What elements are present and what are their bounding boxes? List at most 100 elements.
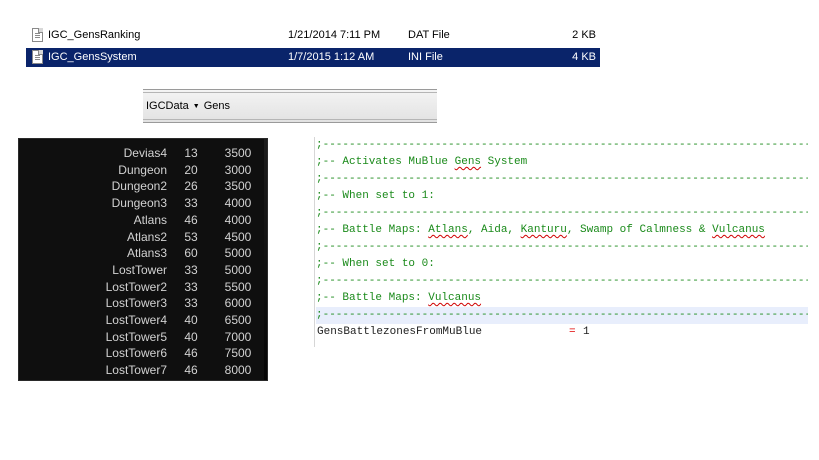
comment-text: ;-- When set to 1: [316,190,435,202]
table-row: LostTower4 40 6500 [19,312,269,328]
map-name: Dungeon [118,162,167,177]
table-row: LostTower5 40 7000 [19,329,269,345]
map-name: Devias4 [123,146,167,160]
table-row: LostTower 33 5000 [19,262,269,278]
divider-line: ;---------------------------------------… [316,173,808,185]
map-name: LostTower2 [105,279,167,294]
breadcrumb-item-igcdata[interactable]: IGCData [146,100,189,112]
triangle-down-icon[interactable]: ▼ [193,103,200,110]
map-level: 46 [184,212,198,227]
map-level: 40 [184,329,198,344]
map-name: Dungeon3 [111,196,167,211]
map-level: 20 [184,162,198,177]
map-name: Dungeon2 [111,179,167,194]
table-row: LostTower3 33 6000 [19,295,269,311]
file-name: IGC_GensSystem [48,51,137,63]
table-row: Dungeon3 33 4000 [19,195,269,211]
misspelled-word: Kanturu [520,224,567,236]
map-value: 4500 [224,229,252,244]
setting-key: GensBattlezonesFromMuBlue [317,326,483,338]
map-value: 7500 [224,346,252,361]
setting-value[interactable]: 1 [583,324,590,341]
map-value: 3500 [224,179,252,194]
file-name: IGC_GensRanking [48,29,141,41]
file-row[interactable]: IGC_GensSystem 1/7/2015 1:12 AM INI File 4 … [26,48,600,67]
map-name: LostTower3 [105,296,167,311]
map-name: LostTower5 [105,329,167,344]
map-name: Atlans2 [126,229,167,244]
comment-text: System [481,156,528,168]
map-name: LostTower6 [105,346,167,361]
ini-editor[interactable]: ;---------------------------------------… [314,137,808,347]
map-value: 5000 [224,246,252,261]
map-level: 40 [184,313,198,327]
map-value: 3500 [224,146,252,160]
misspelled-word: Atlans [428,224,468,236]
breadcrumb: IGCData ▼ Gens [146,100,230,112]
map-name: Atlans3 [126,246,167,261]
breadcrumb-item-gens[interactable]: Gens [204,100,230,112]
map-level: 33 [184,296,198,311]
address-bar: IGCData ▼ Gens [143,89,437,123]
map-name: LostTower [112,262,167,277]
setting-line: GensBattlezonesFromMuBlue = 1 [316,324,808,341]
map-value: 6500 [224,313,252,327]
divider-line: ;---------------------------------------… [316,139,808,151]
comment-line: ;-- Battle Maps: Atlans, Aida, Kanturu, … [316,222,808,239]
comment-line: ;-- Activates MuBlue Gens System [316,154,808,171]
map-level: 46 [184,346,198,361]
comment-line: ;-- When set to 1: [316,188,808,205]
table-row: LostTower6 46 7500 [19,345,269,361]
table-row: Devias4 13 3500 [19,145,269,161]
map-value: 5500 [224,279,252,294]
map-level: 13 [184,146,198,160]
map-value: 8000 [224,363,252,378]
comment-text: ;-- Battle Maps: [316,224,429,236]
map-level: 33 [184,279,198,294]
map-name: LostTower7 [105,363,167,378]
map-value: 3000 [224,162,252,177]
comment-line: ;-- When set to 0: [316,256,808,273]
misspelled-word: Gens [454,156,482,168]
divider-line: ;---------------------------------------… [316,241,808,253]
file-type: DAT File [408,29,450,41]
map-value: 7000 [224,329,252,344]
map-value: 4000 [224,196,252,211]
map-value: 6000 [224,296,252,311]
map-level: 33 [184,262,198,277]
comment-line: ;-- Battle Maps: Vulcanus [316,290,808,307]
file-size: 4 KB [572,51,596,63]
map-level: 33 [184,196,198,211]
file-date: 1/21/2014 7:11 PM [288,29,381,41]
divider-line: ;---------------------------------------… [316,275,808,287]
file-date: 1/7/2015 1:12 AM [288,51,375,63]
map-table: Devias4 13 3500 Dungeon 20 3000 Dungeon2 26 3500… [18,138,268,381]
comment-text: ;-- Battle Maps: [316,292,429,304]
document-icon [32,28,43,42]
comment-text: ;-- When set to 0: [316,258,435,270]
table-row: Atlans3 60 5000 [19,245,269,261]
divider-line: ;---------------------------------------… [316,207,808,219]
file-size: 2 KB [572,29,596,41]
map-name: Atlans [133,212,167,227]
comment-text: , Aida, [467,224,521,236]
table-row: Dungeon2 26 3500 [19,178,269,194]
table-row: Dungeon 20 3000 [19,162,269,178]
map-level: 53 [184,229,198,244]
document-icon [32,50,43,64]
map-value: 5000 [224,262,252,277]
table-row: Atlans 46 4000 [19,212,269,228]
table-row: LostTower7 46 8000 [19,362,269,378]
file-row[interactable]: IGC_GensRanking 1/21/2014 7:11 PM DAT File… [26,26,600,45]
misspelled-word: Vulcanus [428,292,482,304]
equals-sign: = [569,326,576,338]
file-list: IGC_GensRanking 1/21/2014 7:11 PM DAT File… [26,26,600,70]
map-value: 4000 [224,212,252,227]
map-level: 60 [184,246,198,261]
map-name: LostTower4 [105,313,167,327]
comment-text: , Swamp of Calmness & [566,224,713,236]
map-level: 26 [184,179,198,194]
divider-line: ;---------------------------------------… [316,307,808,324]
map-level: 46 [184,363,198,378]
table-row: Atlans2 53 4500 [19,229,269,245]
